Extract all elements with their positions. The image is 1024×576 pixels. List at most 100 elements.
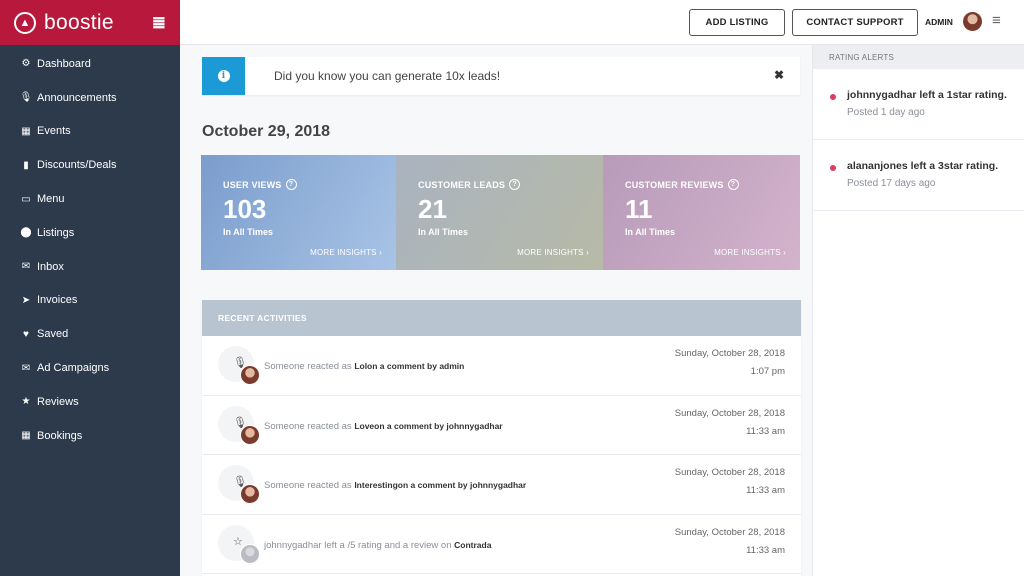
top-bar: ADD LISTING CONTACT SUPPORT ADMIN ≡ xyxy=(180,0,1024,45)
sidebar-item-inbox[interactable]: ✉ Inbox xyxy=(0,250,180,284)
stat-value: 21 xyxy=(418,194,447,224)
help-icon[interactable]: ? xyxy=(727,179,739,190)
main-content: i Did you know you can generate 10x lead… xyxy=(180,45,812,576)
sidebar-item-label: Discounts/Deals xyxy=(37,159,117,172)
alert-time: Posted 1 day ago xyxy=(847,107,925,118)
activity-time: 1:07 pm xyxy=(750,366,785,377)
star-outline-icon: ☆ xyxy=(233,535,243,548)
activity-row[interactable]: 🎙 Someone reacted as Interestingon a com… xyxy=(202,455,801,515)
avatar xyxy=(240,365,260,385)
rating-alert-item[interactable]: alananjones left a 3star rating. Posted … xyxy=(813,140,1024,211)
microphone-icon: 🎙 xyxy=(19,92,33,104)
sidebar-item-label: Inbox xyxy=(37,260,64,273)
activity-date: Sunday, October 28, 2018 xyxy=(674,348,785,359)
page-date: October 29, 2018 xyxy=(202,123,331,140)
stat-value: 103 xyxy=(223,194,267,224)
sidebar-item-label: Saved xyxy=(37,328,69,341)
sidebar-item-menu[interactable]: ▭ Menu xyxy=(0,182,180,216)
menu-toggle-icon[interactable]: ≣ xyxy=(152,13,166,33)
stats-cards: USER VIEWS? 103 In All Times MORE INSIGH… xyxy=(201,155,800,270)
activity-text: johnnygadhar left a /5 rating and a revi… xyxy=(264,539,492,551)
sidebar-item-reviews[interactable]: ★ Reviews xyxy=(0,385,180,419)
recent-activities-panel: RECENT ACTIVITIES 🎙 Someone reacted as L… xyxy=(202,300,801,576)
stat-label: USER VIEWS xyxy=(223,179,282,190)
paper-plane-icon: ➤ xyxy=(21,294,31,306)
sidebar-nav: ⚙ Dashboard 🎙 Announcements ▦ Events ▮ Disco… xyxy=(0,45,180,453)
sidebar-item-dashboard[interactable]: ⚙ Dashboard xyxy=(0,47,180,81)
stat-card-customer-leads: CUSTOMER LEADS? 21 In All Times MORE INS… xyxy=(396,155,603,270)
sidebar-item-label: Listings xyxy=(37,226,75,239)
brand-name: boostie xyxy=(44,10,114,34)
more-insights-link[interactable]: MORE INSIGHTS › xyxy=(310,248,382,257)
sidebar-item-label: Ad Campaigns xyxy=(37,362,110,375)
sidebar-item-label: Reviews xyxy=(37,395,79,408)
status-dot-icon xyxy=(830,165,836,171)
calendar-icon: ▦ xyxy=(21,430,31,442)
sidebar-item-ad-campaigns[interactable]: ✉ Ad Campaigns xyxy=(0,351,180,385)
star-icon: ★ xyxy=(21,396,31,408)
hamburger-menu-icon[interactable]: ≡ xyxy=(992,12,1001,29)
avatar xyxy=(240,543,260,564)
more-insights-link[interactable]: MORE INSIGHTS › xyxy=(714,248,786,257)
info-notice: i Did you know you can generate 10x lead… xyxy=(202,57,800,95)
alert-text: alananjones left a 3star rating. xyxy=(847,160,999,172)
sidebar-item-label: Invoices xyxy=(37,294,78,307)
activity-text: Someone reacted as Loveon a comment by j… xyxy=(264,420,503,432)
help-icon[interactable]: ? xyxy=(509,179,521,190)
card-icon: ▭ xyxy=(21,193,31,205)
alert-time: Posted 17 days ago xyxy=(847,178,936,189)
alert-text: johnnygadhar left a 1star rating. xyxy=(847,89,1007,101)
status-dot-icon xyxy=(830,94,836,100)
activity-time: 11:33 am xyxy=(746,544,785,556)
calendar-icon: ▦ xyxy=(21,125,31,137)
rocket-logo-icon: ▲ xyxy=(14,11,36,34)
stat-label: CUSTOMER LEADS xyxy=(418,179,506,190)
sidebar-item-events[interactable]: ▦ Events xyxy=(0,115,180,149)
avatar[interactable] xyxy=(963,12,982,31)
rating-alerts-panel: RATING ALERTS johnnygadhar left a 1star … xyxy=(812,45,1024,576)
sidebar-item-saved[interactable]: ♥ Saved xyxy=(0,317,180,351)
stat-sub: In All Times xyxy=(223,227,274,237)
activity-time: 11:33 am xyxy=(746,425,785,437)
map-pin-icon: ⬤ xyxy=(20,227,32,239)
stat-sub: In All Times xyxy=(625,227,676,237)
contact-support-button[interactable]: CONTACT SUPPORT xyxy=(792,9,918,36)
sidebar-item-label: Bookings xyxy=(37,429,83,442)
dashboard-icon: ⚙ xyxy=(21,58,31,70)
recent-activities-title: RECENT ACTIVITIES xyxy=(202,300,801,336)
avatar xyxy=(240,484,260,504)
sidebar: ▲ boostie ≣ ⚙ Dashboard 🎙 Announcements ▦ E… xyxy=(0,0,180,576)
activity-row[interactable]: 🎙 Someone reacted as Lolon a comment by … xyxy=(202,336,801,396)
sidebar-item-listings[interactable]: ⬤ Listings xyxy=(0,216,180,250)
sidebar-item-invoices[interactable]: ➤ Invoices xyxy=(0,284,180,318)
activity-date: Sunday, October 28, 2018 xyxy=(674,407,785,419)
activity-date: Sunday, October 28, 2018 xyxy=(674,467,785,478)
stat-card-customer-reviews: CUSTOMER REVIEWS? 11 In All Times MORE I… xyxy=(603,155,800,270)
stat-sub: In All Times xyxy=(418,227,469,237)
admin-label[interactable]: ADMIN xyxy=(925,17,953,27)
sidebar-item-label: Events xyxy=(37,125,71,138)
bar-chart-icon: ▮ xyxy=(23,159,29,171)
activity-date: Sunday, October 28, 2018 xyxy=(674,526,785,538)
sidebar-item-label: Menu xyxy=(37,193,65,206)
heart-icon: ♥ xyxy=(23,328,29,340)
help-icon[interactable]: ? xyxy=(285,179,297,190)
activity-row[interactable]: 🎙 Someone reacted as Loveon a comment by… xyxy=(202,396,801,455)
envelope-icon: ✉ xyxy=(21,261,31,273)
stat-value: 11 xyxy=(625,194,653,224)
stat-label: CUSTOMER REVIEWS xyxy=(625,179,724,190)
rating-alert-item[interactable]: johnnygadhar left a 1star rating. Posted… xyxy=(813,69,1024,140)
sidebar-item-discounts[interactable]: ▮ Discounts/Deals xyxy=(0,148,180,182)
sidebar-item-bookings[interactable]: ▦ Bookings xyxy=(0,419,180,453)
more-insights-link[interactable]: MORE INSIGHTS › xyxy=(517,248,589,257)
activity-row[interactable]: ☆ johnnygadhar left a /5 rating and a re… xyxy=(202,515,801,574)
brand-bar: ▲ boostie ≣ xyxy=(0,0,180,45)
sidebar-item-label: Announcements xyxy=(37,91,117,104)
activity-time: 11:33 am xyxy=(746,485,785,496)
envelope-icon: ✉ xyxy=(21,362,31,374)
close-icon[interactable]: ✖ xyxy=(774,68,784,82)
activity-text: Someone reacted as Interestingon a comme… xyxy=(264,480,527,491)
add-listing-button[interactable]: ADD LISTING xyxy=(689,9,785,36)
activity-text: Someone reacted as Lolon a comment by ad… xyxy=(264,361,465,372)
sidebar-item-announcements[interactable]: 🎙 Announcements xyxy=(0,81,180,115)
